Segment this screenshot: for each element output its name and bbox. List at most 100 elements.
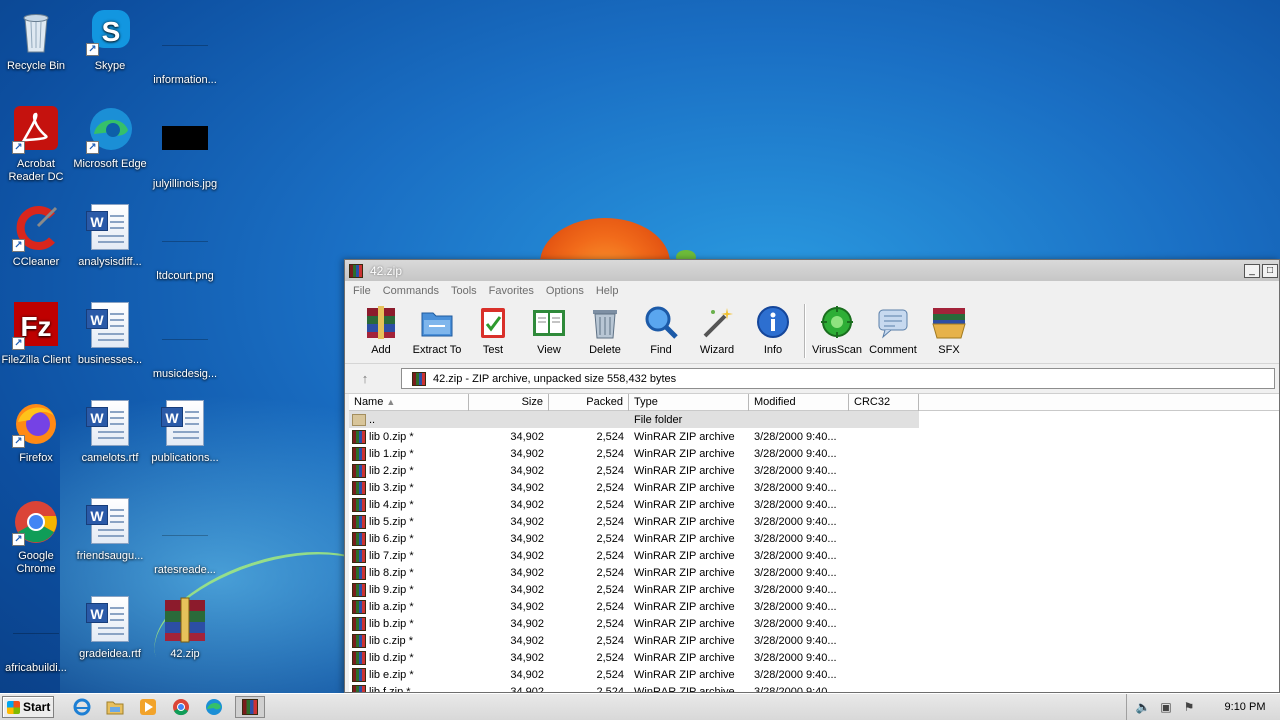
column-type[interactable]: Type: [629, 394, 749, 411]
desktop-icon-firefox[interactable]: ↗ Firefox: [0, 400, 74, 465]
toolbar: Add Extract To Test View Delete Find Wiz…: [345, 300, 1279, 364]
parent-folder-row[interactable]: .. File folder: [349, 411, 919, 428]
desktop-icon-ratesreade[interactable]: ratesreade...: [147, 498, 223, 577]
media-player-icon[interactable]: [136, 696, 160, 718]
word-doc-icon: W: [86, 204, 134, 252]
file-row[interactable]: lib 7.zip * 34,902 2,524 WinRAR ZIP archive…: [349, 547, 1279, 564]
info-button[interactable]: Info: [745, 304, 801, 356]
speaker-icon[interactable]: 🔈: [1135, 700, 1151, 714]
magnifier-icon: [643, 304, 679, 340]
desktop-icon-friendsaugu[interactable]: W friendsaugu...: [72, 498, 148, 563]
desktop-icon-publications[interactable]: W publications...: [147, 400, 223, 465]
desktop-icon-chrome[interactable]: ↗ Google Chrome: [0, 498, 74, 576]
edge-taskbar-icon[interactable]: [202, 696, 226, 718]
wizard-button[interactable]: Wizard: [689, 304, 745, 356]
menu-favorites[interactable]: Favorites: [485, 285, 538, 297]
desktop-icon-camelots[interactable]: W camelots.rtf: [72, 400, 148, 465]
acrobat-icon: ↗: [12, 106, 60, 154]
svg-text:Fz: Fz: [20, 311, 51, 342]
menu-file[interactable]: File: [349, 285, 375, 297]
menu-help[interactable]: Help: [592, 285, 623, 297]
file-row[interactable]: lib e.zip * 34,902 2,524 WinRAR ZIP archive…: [349, 666, 1279, 683]
column-size[interactable]: Size: [469, 394, 549, 411]
file-row[interactable]: lib 3.zip * 34,902 2,524 WinRAR ZIP archive…: [349, 479, 1279, 496]
menu-commands[interactable]: Commands: [379, 285, 443, 297]
up-arrow-icon[interactable]: ↑: [349, 368, 381, 390]
taskbar: Start 🔈 ▣ ⚑ 9:10 PM: [0, 693, 1280, 720]
system-tray: 🔈 ▣ ⚑ 9:10 PM: [1126, 694, 1280, 720]
skype-icon: S ↗: [86, 8, 134, 56]
test-button[interactable]: Test: [465, 304, 521, 356]
desktop-icon-edge[interactable]: ↗ Microsoft Edge: [72, 106, 148, 171]
file-row[interactable]: lib 9.zip * 34,902 2,524 WinRAR ZIP archive…: [349, 581, 1279, 598]
start-button[interactable]: Start: [2, 696, 54, 718]
comment-button[interactable]: Comment: [865, 304, 921, 356]
word-doc-icon: W: [86, 400, 134, 448]
desktop-icon-ccleaner[interactable]: ↗ CCleaner: [0, 204, 74, 269]
desktop-icon-recycle-bin[interactable]: Recycle Bin: [0, 8, 74, 73]
blank-file-icon: [161, 218, 209, 266]
desktop-icon-businesses[interactable]: W businesses...: [72, 302, 148, 367]
desktop-icon-gradeidea[interactable]: W gradeidea.rtf: [72, 596, 148, 661]
desktop-icon-acrobat[interactable]: ↗ Acrobat Reader DC: [0, 106, 74, 184]
explorer-icon[interactable]: [103, 696, 127, 718]
column-crc32[interactable]: CRC32: [849, 394, 919, 411]
menu-bar: File Commands Tools Favorites Options He…: [345, 281, 1279, 300]
maximize-button[interactable]: □: [1262, 263, 1278, 278]
file-row[interactable]: lib 2.zip * 34,902 2,524 WinRAR ZIP archive…: [349, 462, 1279, 479]
file-row[interactable]: lib 8.zip * 34,902 2,524 WinRAR ZIP archive…: [349, 564, 1279, 581]
desktop-icon-filezilla[interactable]: Fz ↗ FileZilla Client: [0, 302, 74, 367]
file-row[interactable]: lib 0.zip * 34,902 2,524 WinRAR ZIP archive…: [349, 428, 1279, 445]
network-icon[interactable]: ▣: [1158, 700, 1174, 714]
word-doc-icon: W: [86, 498, 134, 546]
comment-icon: [875, 304, 911, 340]
desktop-icon-skype[interactable]: S ↗ Skype: [72, 8, 148, 73]
action-center-flag-icon[interactable]: ⚑: [1181, 700, 1197, 714]
window-titlebar[interactable]: 42.zip _ □: [345, 260, 1279, 281]
extract-to-button[interactable]: Extract To: [409, 304, 465, 356]
chrome-icon: ↗: [12, 498, 60, 546]
sfx-button[interactable]: SFX: [921, 304, 977, 356]
address-bar: ↑ 42.zip - ZIP archive, unpacked size 55…: [345, 364, 1279, 394]
zip-file-icon: [352, 446, 366, 461]
address-field[interactable]: 42.zip - ZIP archive, unpacked size 558,…: [401, 368, 1275, 389]
column-packed[interactable]: Packed: [549, 394, 629, 411]
desktop-icon-africabuildi[interactable]: africabuildi...: [0, 596, 74, 675]
file-row[interactable]: lib 1.zip * 34,902 2,524 WinRAR ZIP archive…: [349, 445, 1279, 462]
winrar-app-icon: [349, 263, 363, 278]
desktop-icon-julyillinois[interactable]: julyillinois.jpg: [147, 106, 223, 191]
ie-icon[interactable]: [70, 696, 94, 718]
winrar-archive-icon: [161, 596, 209, 644]
blank-file-icon: [161, 22, 209, 70]
find-button[interactable]: Find: [633, 304, 689, 356]
column-name[interactable]: Name ▲: [349, 394, 469, 411]
file-row[interactable]: lib 6.zip * 34,902 2,524 WinRAR ZIP archive…: [349, 530, 1279, 547]
desktop-icon-analysisdiff[interactable]: W analysisdiff...: [72, 204, 148, 269]
menu-options[interactable]: Options: [542, 285, 588, 297]
minimize-button[interactable]: _: [1244, 263, 1260, 278]
file-row[interactable]: lib f.zip * 34,902 2,524 WinRAR ZIP archive…: [349, 683, 1279, 692]
zip-file-icon: [352, 531, 366, 546]
desktop-icon-42zip[interactable]: 42.zip: [147, 596, 223, 661]
desktop-icon-ltdcourt[interactable]: ltdcourt.png: [147, 204, 223, 283]
file-row[interactable]: lib 4.zip * 34,902 2,524 WinRAR ZIP archive…: [349, 496, 1279, 513]
winrar-taskbar-icon[interactable]: [235, 696, 265, 718]
anyrun-watermark: ANY RUN: [1036, 606, 1243, 655]
desktop-icon-information[interactable]: information...: [147, 8, 223, 87]
windows-logo-icon: [7, 700, 20, 714]
desktop-icon-musicdesig[interactable]: musicdesig...: [147, 302, 223, 381]
clock[interactable]: 9:10 PM: [1210, 701, 1280, 713]
zip-file-icon: [352, 497, 366, 512]
blank-file-icon: [12, 610, 60, 658]
column-modified[interactable]: Modified: [749, 394, 849, 411]
menu-tools[interactable]: Tools: [447, 285, 481, 297]
zip-file-icon: [352, 650, 366, 665]
virusscan-button[interactable]: VirusScan: [809, 304, 865, 356]
file-row[interactable]: lib 5.zip * 34,902 2,524 WinRAR ZIP archive…: [349, 513, 1279, 530]
add-button[interactable]: Add: [353, 304, 409, 356]
view-button[interactable]: View: [521, 304, 577, 356]
toolbar-separator: [804, 304, 806, 358]
delete-button[interactable]: Delete: [577, 304, 633, 356]
ccleaner-icon: ↗: [12, 204, 60, 252]
chrome-taskbar-icon[interactable]: [169, 696, 193, 718]
